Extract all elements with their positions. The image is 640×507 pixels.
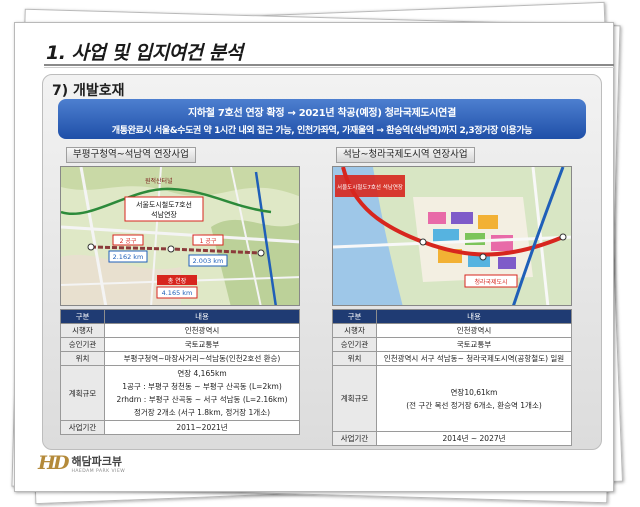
left-map-zone1-label: 1 공구 [200,238,217,245]
right-route-map: 서울도시철도7호선 석남연장 청라국제도시 [332,166,572,306]
table-row: 승인기관 국토교통부 [60,337,300,352]
left-map-total-km: 4.165 km [162,289,193,297]
table-row: 계획규모 연장 4,165km 1공구 : 부평구 청천동 ~ 부평구 산곡동 … [60,365,300,421]
left-map-title-line2: 석남연장 [151,210,177,219]
summary-banner: 지하철 7호선 연장 확정 → 2021년 착공(예정) 청라국제도시연결 개통… [58,99,586,139]
right-info-table: 구분 내용 시행자 인천광역시 승인기관 국토교통부 위치 인천광역시 서구 석… [332,309,572,446]
left-map-title-line1: 서울도시철도7호선 [136,200,192,209]
left-table-header-category: 구분 [60,309,105,324]
table-row: 시행자 인천광역시 [332,323,572,338]
banner-line-1: 지하철 7호선 연장 확정 → 2021년 착공(예정) 청라국제도시연결 [188,108,456,119]
brand-logo-mark: HD [38,452,69,474]
table-row: 위치 부평구청역~마장사거리~석남동(인천2호선 환승) [60,351,300,366]
banner-line-2: 개통완료시 서울&수도권 약 1시간 내외 접근 가능, 인천가좌역, 가재울역… [111,126,533,136]
title-divider-thin [44,67,614,68]
brand-name-korean: 해담파크뷰 [71,454,123,468]
left-map-heading: 부평구청역~석남역 연장사업 [66,147,196,163]
left-route-map: 서울도시철도7호선 석남연장 원적산터널 2 공구 2.162 km 1 공구 … [60,166,300,306]
left-map-total-label: 총 연장 [168,277,187,285]
left-map-zone1-km: 2.003 km [193,257,224,265]
right-map-heading: 석남~청라국제도시역 연장사업 [336,147,475,163]
left-map-graphic: 서울도시철도7호선 석남연장 원적산터널 2 공구 2.162 km 1 공구 … [61,167,299,305]
right-table-header-content: 내용 [376,309,572,324]
right-table-header-category: 구분 [332,309,377,324]
table-row: 사업기간 2011~2021년 [60,420,300,435]
left-table-header-content: 내용 [104,309,300,324]
table-row: 승인기관 국토교통부 [332,337,572,352]
table-row: 계획규모 연장10,61km (전 구간 복선 정거장 6개소, 환승역 1개소… [332,365,572,432]
left-map-area-label: 원적산터널 [145,177,173,185]
left-map-zone2-label: 2 공구 [120,238,137,245]
right-map-box1-label: 서울도시철도7호선 석남연장 [337,183,403,191]
left-map-zone2-km: 2.162 km [113,253,144,261]
title-divider [44,64,614,66]
brand-logo: HD 해담파크뷰 HAEDAM PARK VIEW [38,452,125,474]
page-title: 1. 사업 및 입지여건 분석 [46,42,243,64]
table-row: 시행자 인천광역시 [60,323,300,338]
brand-name-english: HAEDAM PARK VIEW [71,468,126,474]
table-row: 위치 인천광역시 서구 석남동~ 청라국제도시역(공항철도) 일원 [332,351,572,366]
right-map-graphic: 서울도시철도7호선 석남연장 청라국제도시 [333,167,571,305]
section-title: 7) 개발호재 [52,83,125,99]
left-info-table: 구분 내용 시행자 인천광역시 승인기관 국토교통부 위치 부평구청역~마장사거… [60,309,300,435]
table-row: 사업기간 2014년 ~ 2027년 [332,431,572,446]
right-map-box2-label: 청라국제도시 [474,278,507,286]
